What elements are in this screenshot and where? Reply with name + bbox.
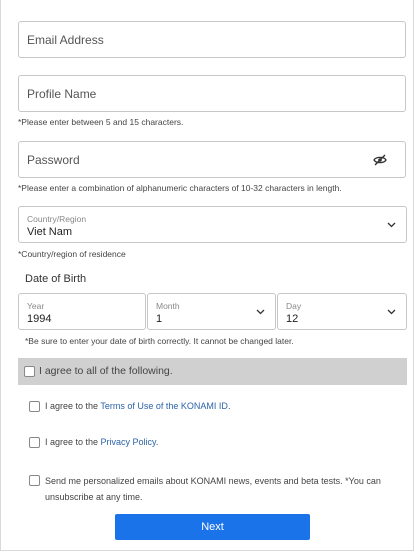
dob-hint: *Be sure to enter your date of birth cor… [25, 336, 294, 346]
agree-all-row[interactable]: I agree to all of the following. [18, 358, 407, 385]
privacy-link[interactable]: Privacy Policy [101, 437, 156, 447]
password-hint: *Please enter a combination of alphanume… [18, 183, 342, 193]
day-label: Day [286, 301, 302, 311]
month-select[interactable]: Month 1 [147, 293, 276, 330]
country-select[interactable]: Country/Region Viet Nam [18, 206, 407, 243]
month-value: 1 [156, 313, 163, 325]
dob-title: Date of Birth [25, 273, 87, 285]
chevron-down-icon [387, 222, 396, 228]
agree-all-label: I agree to all of the following. [39, 365, 173, 377]
chevron-down-icon [256, 309, 265, 315]
eye-off-icon[interactable] [373, 154, 387, 166]
email-placeholder: Email Address [27, 33, 104, 47]
terms-checkbox[interactable] [29, 401, 40, 412]
year-label: Year [27, 301, 45, 311]
country-value: Viet Nam [27, 226, 73, 238]
privacy-suffix: . [155, 437, 159, 447]
day-select[interactable]: Day 12 [277, 293, 407, 330]
privacy-label: I agree to the Privacy Policy. [45, 437, 158, 447]
country-hint: *Country/region of residence [18, 249, 126, 259]
emails-label-line2: unsubscribe at any time. [45, 492, 143, 502]
privacy-checkbox[interactable] [29, 437, 40, 448]
country-label: Country/Region [27, 214, 87, 224]
terms-prefix: I agree to the [45, 401, 101, 411]
profile-name-field[interactable]: Profile Name [18, 75, 406, 112]
terms-suffix: . [227, 401, 231, 411]
privacy-prefix: I agree to the [45, 437, 101, 447]
year-select[interactable]: Year 1994 [18, 293, 146, 330]
agree-all-checkbox[interactable] [24, 366, 35, 377]
day-value: 12 [286, 313, 299, 325]
next-button[interactable]: Next [115, 514, 310, 540]
password-field[interactable]: Password [18, 141, 406, 178]
year-value: 1994 [27, 313, 52, 325]
terms-link[interactable]: Terms of Use of the KONAMI ID [100, 401, 228, 411]
password-placeholder: Password [27, 153, 80, 167]
profile-name-placeholder: Profile Name [27, 87, 97, 101]
chevron-down-icon [387, 309, 396, 315]
emails-label-line1: Send me personalized emails about KONAMI… [45, 476, 381, 486]
terms-label: I agree to the Terms of Use of the KONAM… [45, 401, 230, 411]
emails-checkbox[interactable] [29, 475, 40, 486]
month-label: Month [156, 301, 180, 311]
email-field[interactable]: Email Address [18, 21, 406, 58]
profile-name-hint: *Please enter between 5 and 15 character… [18, 117, 184, 127]
